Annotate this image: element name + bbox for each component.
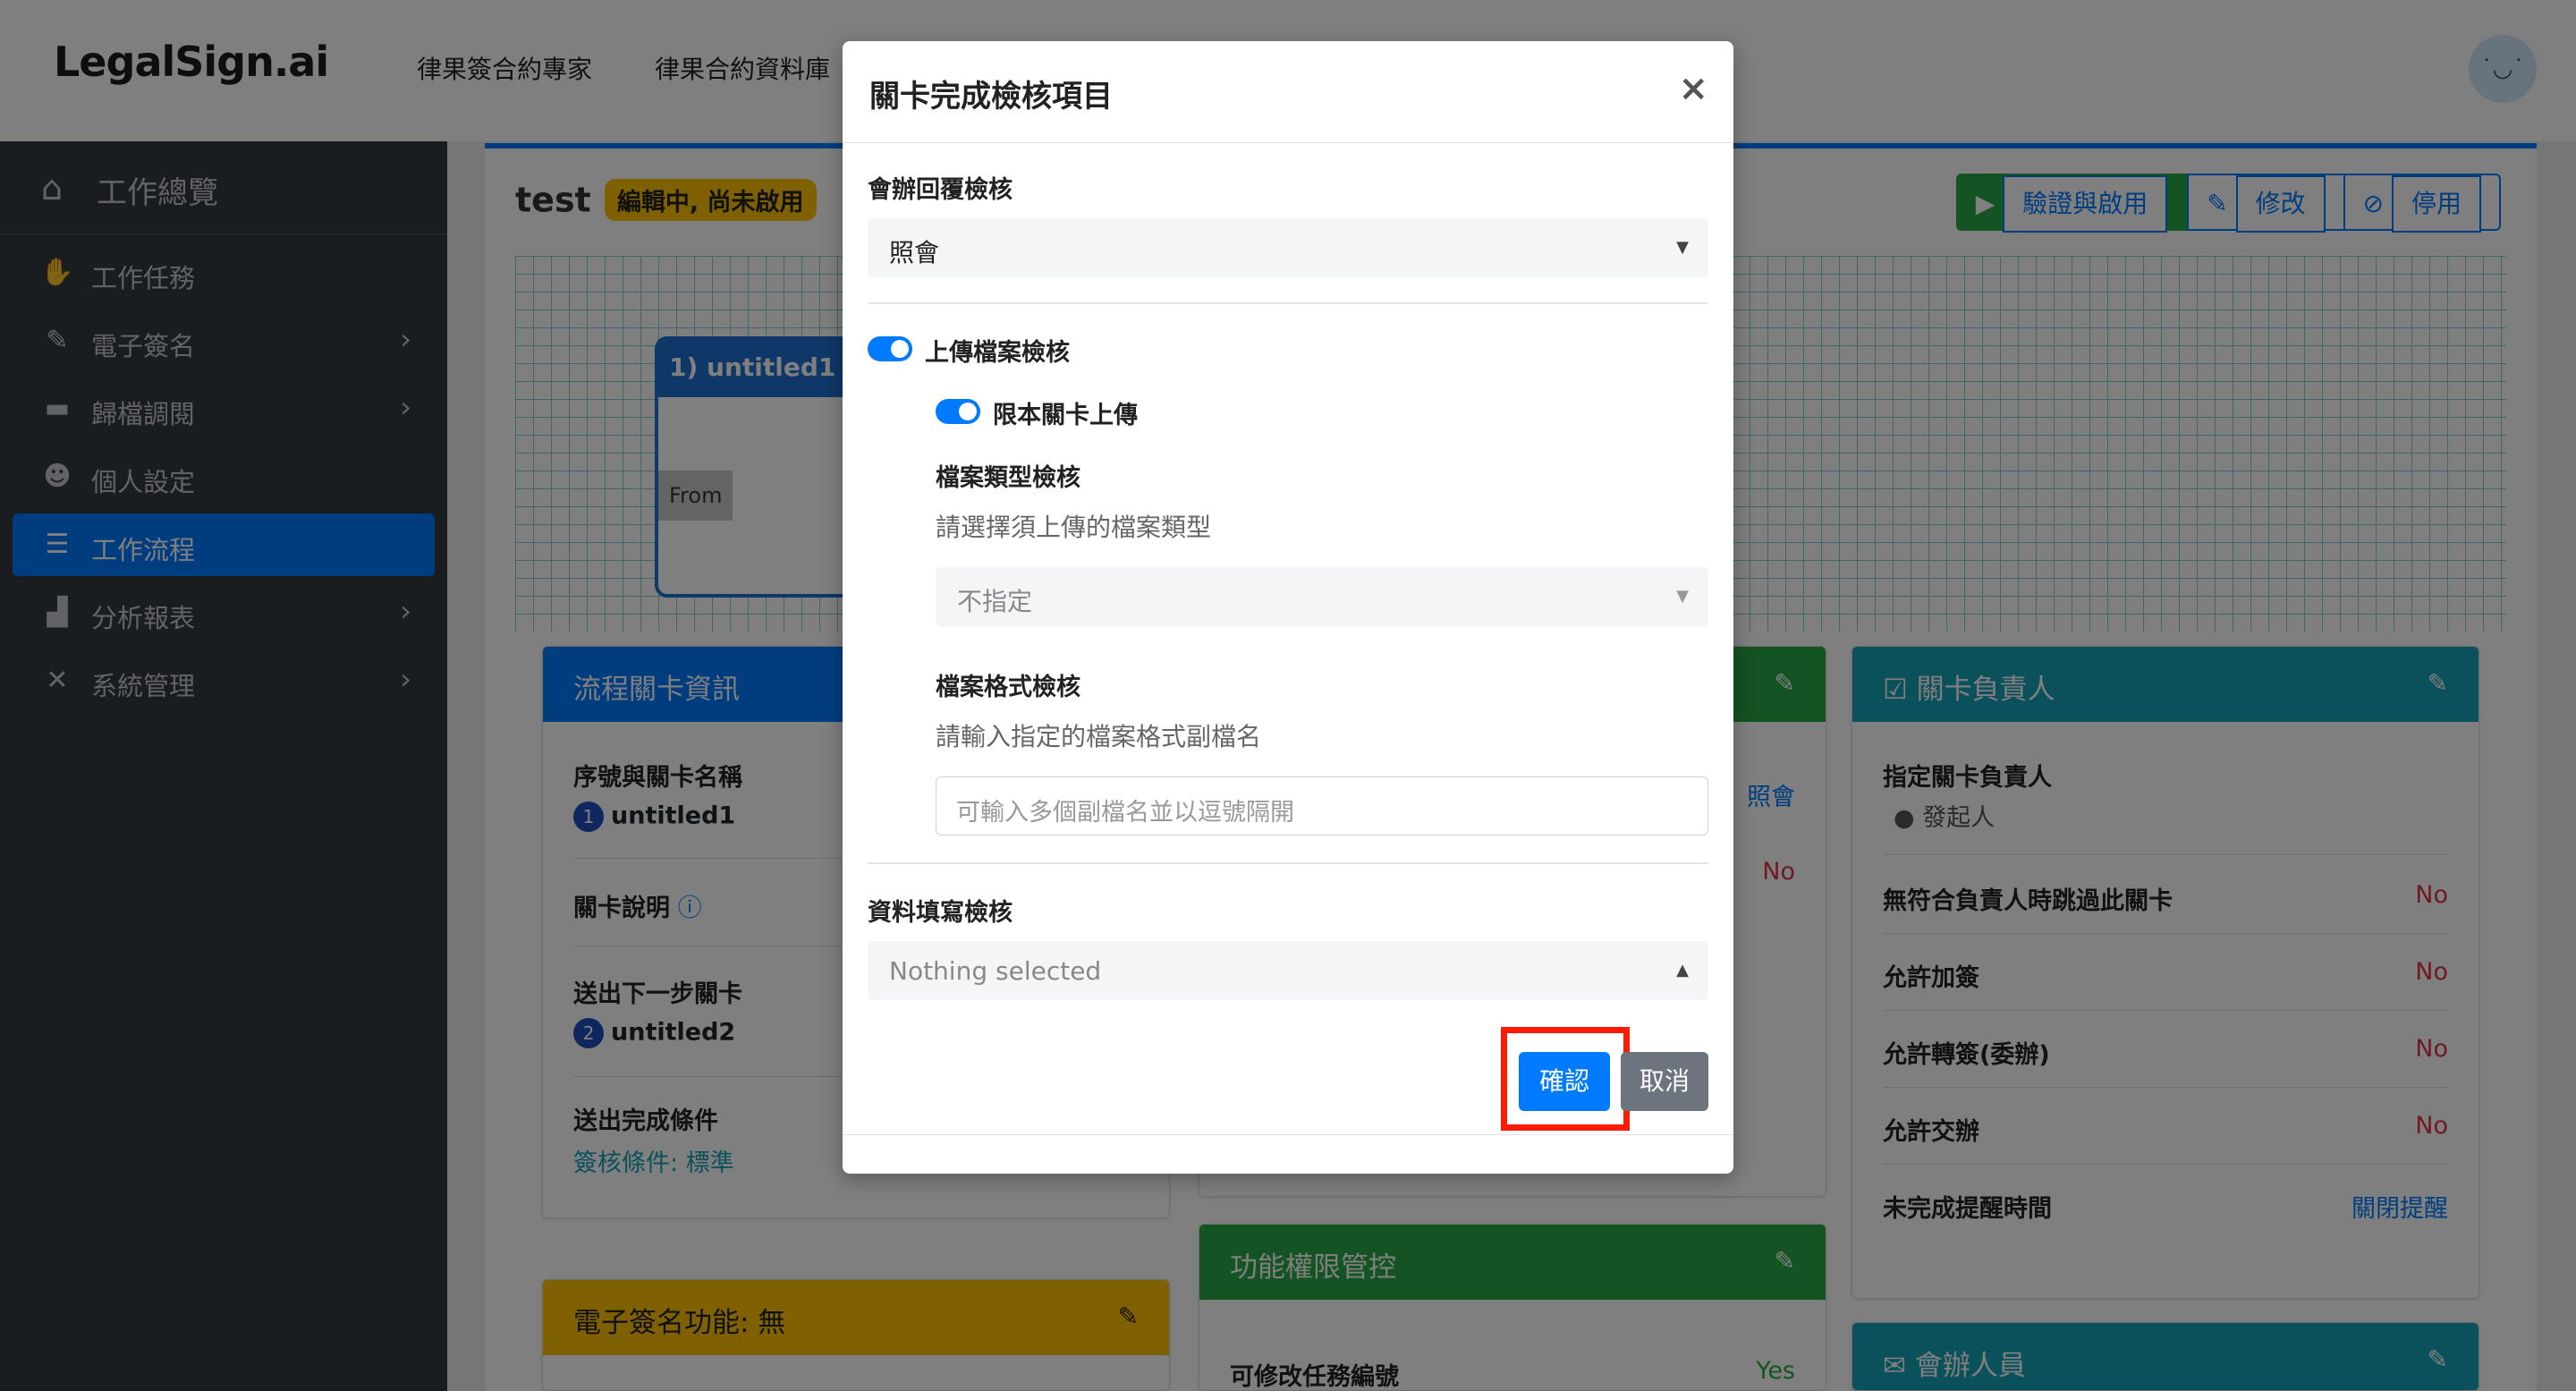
caret-down-icon: ▼	[1676, 587, 1689, 606]
filetype-check-label: 檔案類型檢核	[936, 464, 1080, 492]
upload-stage-only-toggle[interactable]	[936, 399, 980, 424]
extension-input[interactable]: 可輸入多個副檔名並以逗號隔開	[936, 776, 1708, 835]
input-placeholder: 可輸入多個副檔名並以逗號隔開	[956, 799, 1294, 827]
select-value: 照會	[889, 238, 940, 267]
data-check-label: 資料填寫檢核	[868, 899, 1013, 927]
extension-help-text: 請輸入指定的檔案格式副檔名	[936, 722, 1262, 751]
caret-up-icon: ▲	[1676, 961, 1689, 980]
confirm-button[interactable]: 確認	[1519, 1052, 1610, 1111]
divider	[868, 302, 1708, 304]
divider	[868, 862, 1708, 864]
completion-check-modal: 關卡完成檢核項目 × 會辦回覆檢核 照會 ▼ 上傳檔案檢核 限本關卡上傳 檔案類…	[843, 41, 1733, 1174]
reply-check-label: 會辦回覆檢核	[868, 176, 1013, 204]
modal-footer-divider	[843, 1134, 1733, 1135]
upload-check-label: 上傳檔案檢核	[925, 339, 1070, 367]
select-value: Nothing selected	[889, 956, 1102, 986]
close-icon[interactable]: ×	[1678, 68, 1708, 109]
modal-header: 關卡完成檢核項目 ×	[843, 41, 1733, 143]
data-check-select[interactable]: Nothing selected ▲	[868, 941, 1708, 1000]
modal-title: 關卡完成檢核項目	[869, 79, 1113, 115]
filetype-select[interactable]: 不指定 ▼	[936, 567, 1708, 626]
caret-down-icon: ▼	[1676, 238, 1689, 257]
upload-check-toggle[interactable]	[868, 336, 912, 361]
filetype-help-text: 請選擇須上傳的檔案類型	[936, 513, 1212, 542]
upload-stage-only-label: 限本關卡上傳	[993, 402, 1138, 429]
extension-check-label: 檔案格式檢核	[936, 674, 1080, 701]
reply-check-select[interactable]: 照會 ▼	[868, 218, 1708, 277]
select-value: 不指定	[957, 587, 1033, 616]
cancel-button[interactable]: 取消	[1621, 1052, 1708, 1111]
